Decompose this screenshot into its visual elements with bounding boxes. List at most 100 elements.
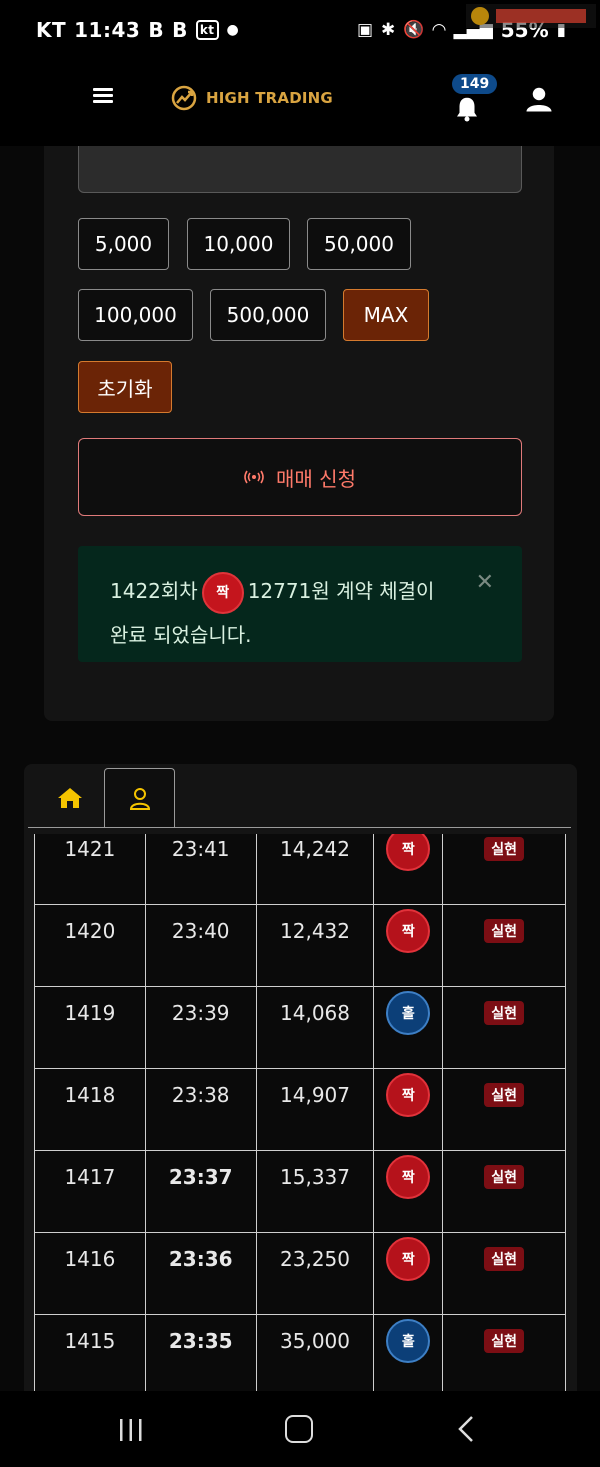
result-badge: 짝 [386,909,431,953]
status-badge: 실현 [484,837,525,861]
bluetooth-icon: ✱ [381,20,396,40]
alert-round: 1422회차 [110,579,198,603]
broadcast-icon [244,470,264,484]
battery-saver-icon: ▣ [356,20,374,40]
amount-5000-button[interactable]: 5,000 [78,218,169,270]
b-notification-icon-2: B [172,18,188,42]
close-icon[interactable]: ✕ [476,570,494,595]
table-row: 1415 23:35 35,000 홀 실현 [34,1314,566,1394]
amount-cell: 14,907 [255,1068,375,1151]
amount-cell: 14,242 [255,834,375,905]
trade-card: 5,000 10,000 50,000 100,000 500,000 MAX … [44,146,554,721]
amount-cell: 12,432 [255,904,375,987]
result-cell: 홀 [373,986,444,1069]
time-cell: 23:40 [144,904,257,987]
time-cell: 23:39 [144,986,257,1069]
user-profile-icon[interactable] [524,84,554,114]
result-cell: 짝 [373,834,444,905]
user-outline-icon [129,787,150,810]
table-row: 1417 23:37 15,337 짝 실현 [34,1150,566,1233]
tab-divider [28,827,571,828]
round-cell: 1420 [34,904,146,987]
notification-count-badge: 149 [452,74,498,94]
table-row: 1421 23:41 14,242 짝 실현 [34,834,566,905]
amount-cell: 15,337 [255,1150,375,1233]
time-cell: 23:41 [144,834,257,905]
round-cell: 1418 [34,1068,146,1151]
amount-500000-button[interactable]: 500,000 [210,289,326,341]
result-badge: 짝 [386,1237,431,1281]
wifi-icon: ◠ [432,20,446,40]
notification-button[interactable]: 149 [448,72,498,122]
status-cell: 실현 [442,986,566,1069]
table-row: 1420 23:40 12,432 짝 실현 [34,904,566,987]
bell-icon [457,97,477,122]
watermark-logo [466,4,596,28]
amount-cell: 35,000 [255,1314,375,1394]
status-badge: 실현 [484,1165,525,1189]
round-cell: 1421 [34,834,146,905]
result-badge: 짝 [386,834,431,871]
table-row: 1419 23:39 14,068 홀 실현 [34,986,566,1069]
result-cell: 짝 [373,904,444,987]
status-badge: 실현 [484,1247,525,1271]
app-header: HIGH TRADING 149 [0,62,600,146]
amount-cell: 23,250 [255,1232,375,1315]
reset-button[interactable]: 초기화 [78,361,172,413]
result-cell: 짝 [373,1068,444,1151]
status-cell: 실현 [442,1232,566,1315]
result-cell: 짝 [373,1232,444,1315]
status-badge: 실현 [484,919,525,943]
status-bar-left: KT 11:43 B B kt ● [36,18,239,42]
home-icon [58,788,82,808]
back-icon[interactable] [456,1415,476,1443]
logo-icon [171,85,197,111]
status-cell: 실현 [442,1150,566,1233]
table-row: 1416 23:36 23,250 짝 실현 [34,1232,566,1315]
status-badge: 실현 [484,1329,525,1353]
tab-home[interactable] [34,770,106,826]
carrier-label: KT [36,18,67,42]
clock: 11:43 [74,18,141,42]
result-badge: 짝 [201,571,244,614]
amount-input[interactable] [78,146,522,193]
amount-10000-button[interactable]: 10,000 [187,218,290,270]
max-button[interactable]: MAX [343,289,429,341]
round-cell: 1419 [34,986,146,1069]
home-nav-icon[interactable] [285,1415,313,1443]
status-badge: 실현 [484,1001,525,1025]
time-cell: 23:35 [144,1314,257,1394]
kt-icon: kt [195,20,219,40]
result-badge: 짝 [386,1155,431,1199]
tab-user[interactable] [104,768,175,828]
status-cell: 실현 [442,1068,566,1151]
recent-apps-icon[interactable] [118,1417,144,1443]
status-cell: 실현 [442,1314,566,1394]
system-nav-bar [0,1391,600,1467]
alert-line1: 12771원 계약 체결이 [247,579,435,603]
status-cell: 실현 [442,834,566,905]
result-badge: 홀 [386,1319,431,1363]
round-cell: 1415 [34,1314,146,1394]
round-cell: 1416 [34,1232,146,1315]
time-cell: 23:37 [144,1150,257,1233]
status-bar: KT 11:43 B B kt ● ▣ ✱ 🔇 ◠ ▂▄▆ 55% ▮ [0,0,600,62]
b-notification-icon: B [148,18,165,42]
amount-50000-button[interactable]: 50,000 [307,218,411,270]
trade-request-button[interactable]: 매매 신청 [78,438,522,516]
alert-line2: 완료 되었습니다. [110,622,252,647]
amount-100000-button[interactable]: 100,000 [78,289,193,341]
alert-message: 1422회차 짝 12771원 계약 체결이 완료 되었습니다. [110,570,470,656]
mute-icon: 🔇 [403,20,425,40]
trade-request-label: 매매 신청 [276,466,356,491]
logo-text: HIGH TRADING [206,89,333,107]
menu-icon[interactable] [93,88,113,104]
app-logo[interactable]: HIGH TRADING [170,84,333,112]
status-cell: 실현 [442,904,566,987]
result-cell: 짝 [373,1150,444,1233]
time-cell: 23:38 [144,1068,257,1151]
history-table: 1421 23:41 14,242 짝 실현 1420 23:40 12,432 짝 실현 1419… [34,834,566,1394]
time-cell: 23:36 [144,1232,257,1315]
table-row: 1418 23:38 14,907 짝 실현 [34,1068,566,1151]
more-notifications-dot-icon: ● [226,22,240,38]
